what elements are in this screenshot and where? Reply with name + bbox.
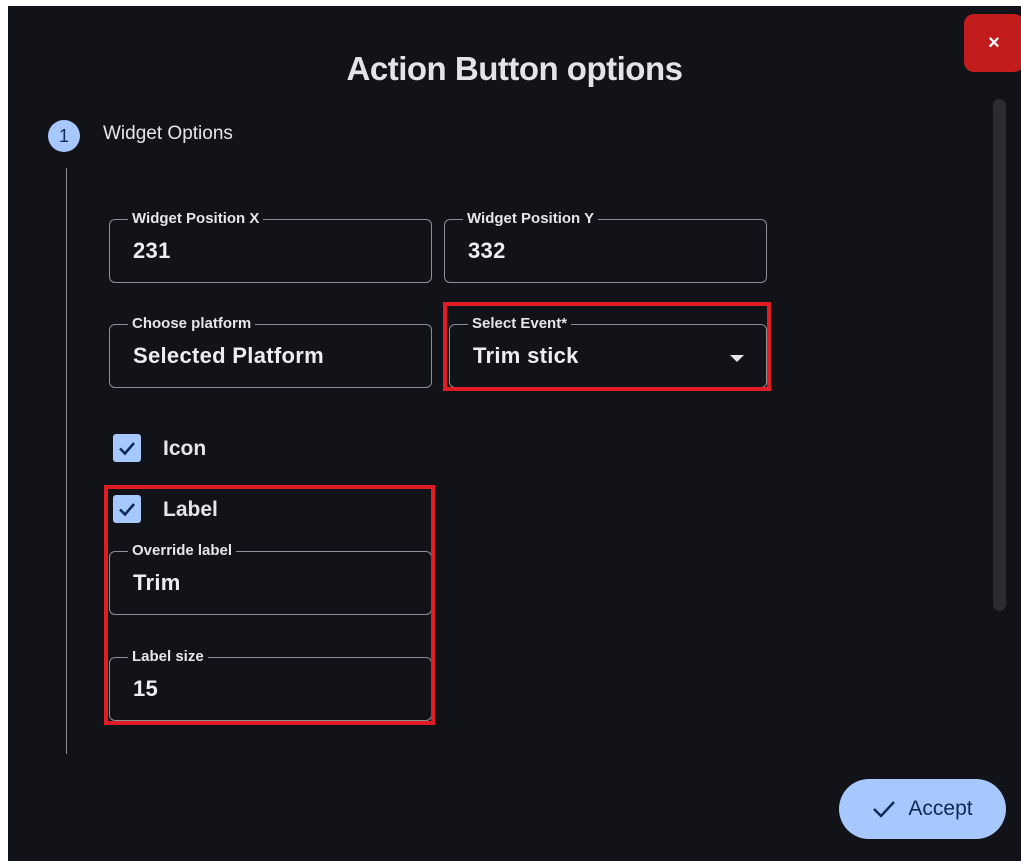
choose-platform-value: Selected Platform xyxy=(133,343,324,368)
widget-position-y-label: Widget Position Y xyxy=(463,210,599,228)
dialog-title: Action Button options xyxy=(346,50,683,87)
label-size-value: 15 xyxy=(133,676,159,701)
choose-platform-field[interactable]: Choose platform Selected Platform xyxy=(109,315,432,388)
icon-checkbox-label: Icon xyxy=(163,437,207,460)
widget-position-y-field[interactable]: Widget Position Y 332 xyxy=(444,210,767,283)
icon-checkbox[interactable] xyxy=(113,434,141,462)
widget-position-x-label: Widget Position X xyxy=(128,210,264,228)
scrollbar[interactable] xyxy=(993,99,1006,611)
check-icon xyxy=(872,799,896,819)
label-checkbox-label: Label xyxy=(163,498,218,521)
select-event-label: Select Event* xyxy=(468,315,572,333)
step-number-badge: 1 xyxy=(48,120,80,152)
step-connector-line xyxy=(66,168,67,754)
action-button-options-dialog: Action Button options × 1 Widget Options… xyxy=(8,6,1021,861)
close-icon: × xyxy=(988,31,1000,54)
widget-position-y-value: 332 xyxy=(468,238,506,263)
close-button[interactable]: × xyxy=(964,14,1021,72)
label-checkbox[interactable] xyxy=(113,495,141,523)
select-event-value: Trim stick xyxy=(473,343,579,368)
step-title[interactable]: Widget Options xyxy=(103,123,233,145)
widget-position-x-field[interactable]: Widget Position X 231 xyxy=(109,210,432,283)
accept-button-label: Accept xyxy=(908,797,973,820)
widget-position-x-value: 231 xyxy=(133,238,171,263)
override-label-value: Trim xyxy=(133,570,181,595)
check-icon xyxy=(119,503,135,517)
accept-button[interactable]: Accept xyxy=(839,779,1006,839)
chevron-down-icon xyxy=(730,355,744,362)
override-label-label: Override label xyxy=(128,542,237,560)
select-event-dropdown[interactable]: Select Event* Trim stick xyxy=(449,315,767,388)
label-size-label: Label size xyxy=(128,648,208,666)
choose-platform-label: Choose platform xyxy=(128,315,256,333)
label-size-field[interactable]: Label size 15 xyxy=(109,648,432,721)
override-label-field[interactable]: Override label Trim xyxy=(109,542,432,615)
check-icon xyxy=(119,442,135,456)
